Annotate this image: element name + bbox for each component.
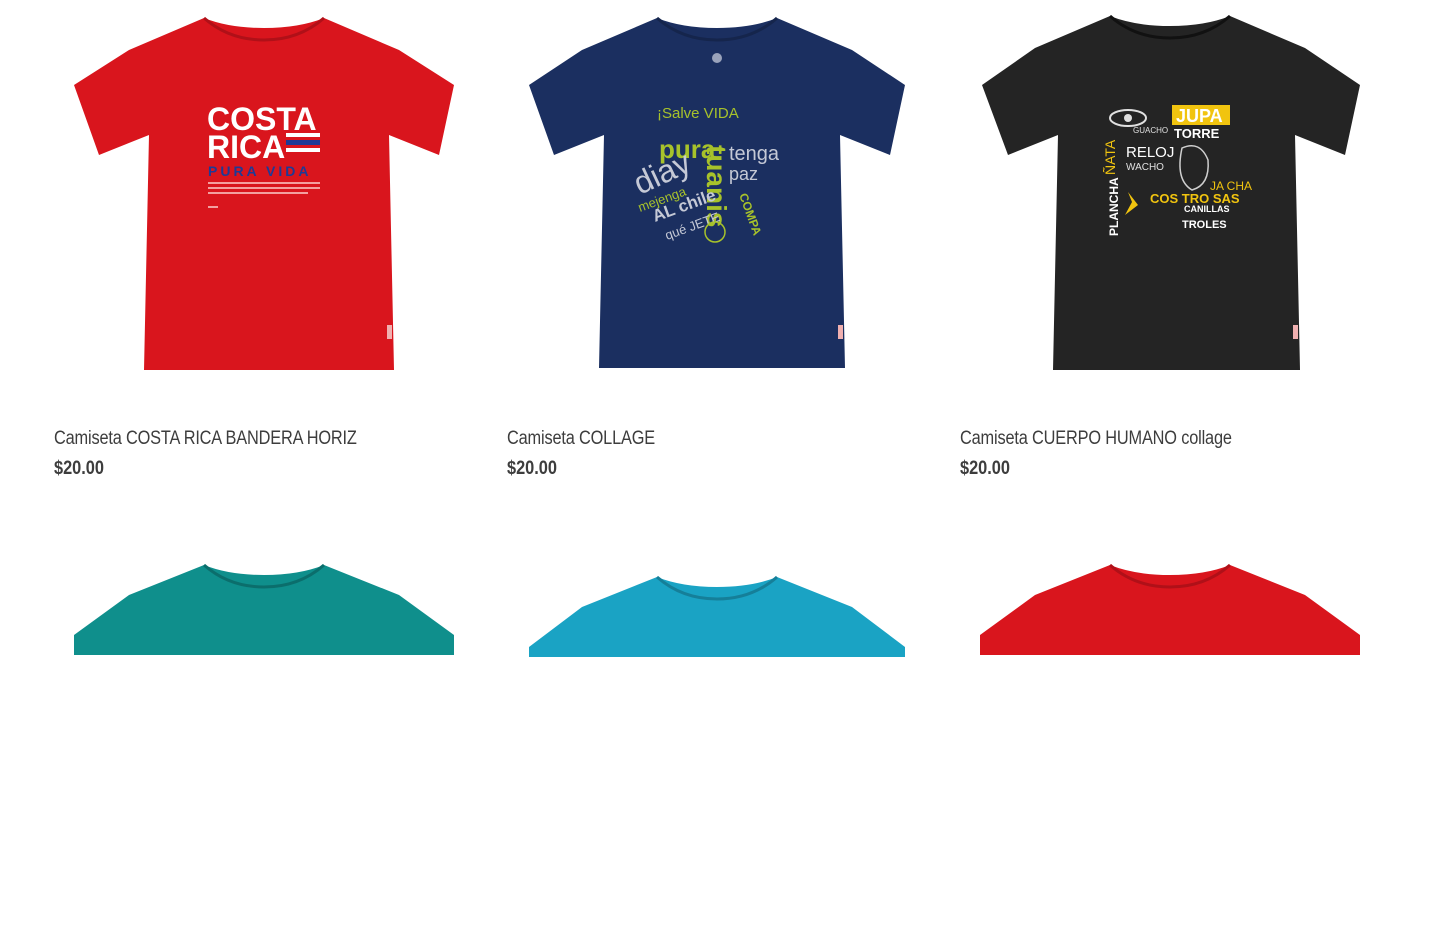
svg-text:TROLES: TROLES — [1182, 219, 1227, 231]
svg-text:TORRE: TORRE — [1174, 126, 1220, 141]
product-title[interactable]: Camiseta CUERPO HUMANO collage — [960, 428, 1232, 450]
svg-text:PLANCHA: PLANCHA — [1107, 177, 1121, 236]
product-image[interactable] — [507, 567, 927, 947]
tshirt-shape — [74, 565, 454, 655]
product-price: $20.00 — [507, 458, 557, 479]
product-image[interactable] — [54, 555, 474, 935]
product-image[interactable]: COSTA RICA PURA VIDA — [54, 0, 474, 380]
svg-text:JUPA: JUPA — [1176, 106, 1223, 126]
product-image[interactable]: JUPA TORRE GUACHO RELOJ WACHO ÑATA PLANC… — [960, 0, 1380, 380]
svg-text:¡Salve VIDA: ¡Salve VIDA — [657, 105, 739, 122]
product-price: $20.00 — [960, 458, 1010, 479]
svg-text:JA CHA: JA CHA — [1210, 179, 1252, 193]
svg-text:RICA: RICA — [207, 129, 285, 165]
svg-text:CANILLAS: CANILLAS — [1184, 204, 1230, 214]
svg-text:RELOJ: RELOJ — [1126, 144, 1174, 161]
svg-text:WACHO: WACHO — [1126, 162, 1164, 173]
product-title[interactable]: Camiseta COLLAGE — [507, 428, 655, 450]
svg-text:PURA VIDA: PURA VIDA — [208, 163, 312, 179]
svg-text:tenga: tenga — [729, 143, 780, 165]
product-price: $20.00 — [54, 458, 104, 479]
tshirt-shape — [529, 577, 905, 657]
product-title[interactable]: Camiseta COSTA RICA BANDERA HORIZ — [54, 428, 357, 450]
product-image[interactable] — [960, 555, 1380, 935]
tshirt-shape — [980, 565, 1360, 655]
svg-text:GUACHO: GUACHO — [1133, 126, 1168, 135]
svg-text:ÑATA: ÑATA — [1102, 139, 1118, 175]
svg-text:paz: paz — [729, 164, 758, 184]
product-image[interactable]: pura tuanis diay tenga paz mejenga AL ch… — [507, 0, 927, 380]
